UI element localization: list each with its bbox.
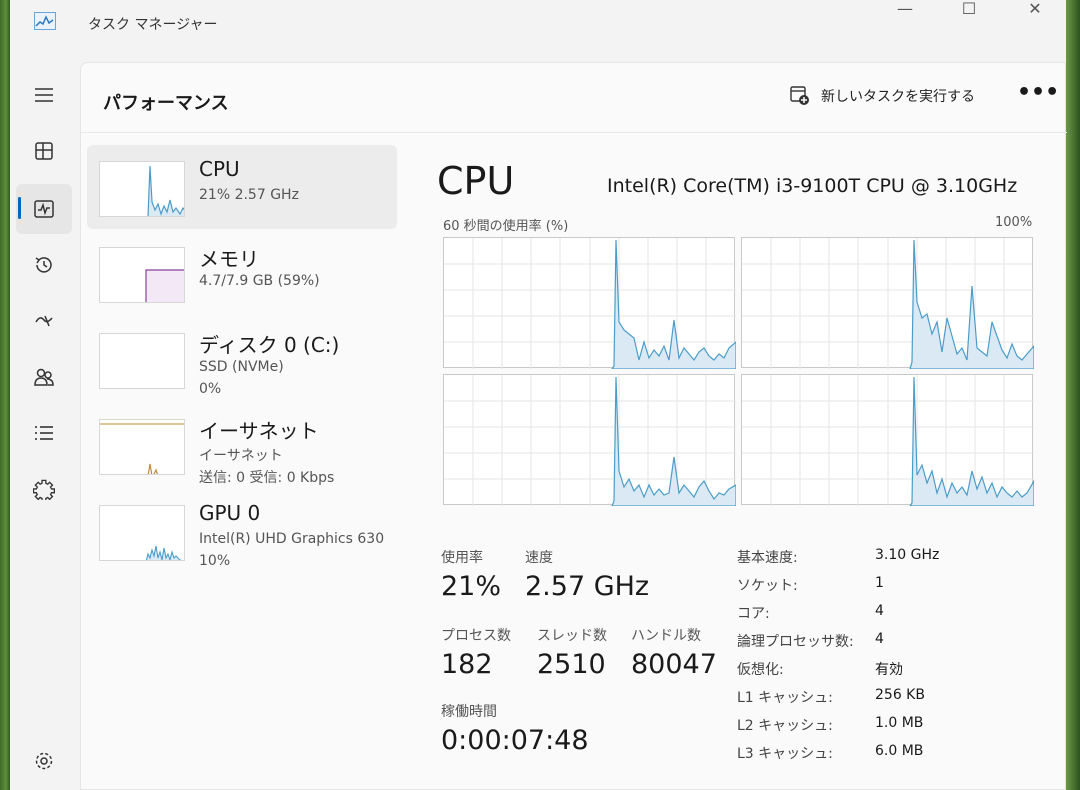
spec-label: ソケット: bbox=[737, 578, 798, 594]
spec-value: 4 bbox=[875, 631, 884, 647]
gpu-thumbnail-graph bbox=[99, 505, 185, 561]
task-manager-app-icon bbox=[34, 12, 56, 30]
resource-name: イーサネット bbox=[199, 419, 319, 443]
handles-label: ハンドル数 bbox=[631, 628, 701, 644]
cpu-model-name: Intel(R) Core(TM) i3-9100T CPU @ 3.10GHz bbox=[607, 175, 1018, 197]
memory-thumbnail-graph bbox=[99, 247, 185, 303]
detail-title: CPU bbox=[437, 159, 515, 203]
panel-header: パフォーマンス 新しいタスクを実行する ••• bbox=[81, 63, 1067, 133]
services-icon bbox=[33, 479, 55, 500]
disk-thumbnail-graph bbox=[99, 333, 185, 389]
close-button[interactable]: ✕ bbox=[1012, 0, 1058, 22]
resource-name: ディスク 0 (C:) bbox=[199, 333, 340, 357]
title-bar: タスク マネージャー — ☐ ✕ bbox=[10, 0, 1066, 48]
spec-label: 基本速度: bbox=[737, 550, 798, 566]
spec-label: 仮想化: bbox=[737, 662, 784, 678]
core-graph-2 bbox=[741, 237, 1035, 370]
resource-detail: イーサネット bbox=[199, 448, 283, 464]
resource-detail: Intel(R) UHD Graphics 630 bbox=[199, 531, 385, 547]
spec-value: 3.10 GHz bbox=[875, 547, 940, 563]
startup-icon bbox=[35, 315, 53, 327]
resource-name: GPU 0 bbox=[199, 501, 261, 525]
spec-value: 1.0 MB bbox=[875, 715, 924, 731]
utilization-value: 21% bbox=[441, 571, 502, 602]
spec-label: コア: bbox=[737, 606, 770, 622]
nav-services[interactable] bbox=[16, 464, 72, 514]
resource-disk[interactable]: ディスク 0 (C:) SSD (NVMe) 0% bbox=[87, 317, 397, 401]
uptime-value: 0:00:07:48 bbox=[441, 725, 589, 756]
nav-details[interactable] bbox=[16, 408, 72, 458]
speed-label: 速度 bbox=[525, 550, 553, 566]
resource-detail-2: 10% bbox=[199, 553, 231, 569]
resource-detail: 21% 2.57 GHz bbox=[199, 187, 299, 203]
spec-label: L1 キャッシュ: bbox=[737, 690, 833, 706]
resource-detail: SSD (NVMe) bbox=[199, 359, 284, 375]
spec-label: L2 キャッシュ: bbox=[737, 718, 833, 734]
graph-max-label: 100% bbox=[995, 215, 1033, 230]
resource-cpu[interactable]: CPU 21% 2.57 GHz bbox=[87, 145, 397, 229]
run-task-icon bbox=[790, 86, 809, 105]
nav-processes[interactable] bbox=[16, 126, 72, 176]
app-history-icon bbox=[35, 257, 52, 273]
ethernet-thumbnail-graph bbox=[99, 419, 185, 475]
nav-startup-apps[interactable] bbox=[16, 296, 72, 346]
minimize-button[interactable]: — bbox=[882, 0, 928, 22]
spec-value: 1 bbox=[875, 575, 884, 591]
resource-gpu[interactable]: GPU 0 Intel(R) UHD Graphics 630 10% bbox=[87, 489, 397, 573]
spec-value: 256 KB bbox=[875, 687, 925, 703]
nav-users[interactable] bbox=[16, 352, 72, 402]
more-options-button[interactable]: ••• bbox=[1017, 82, 1059, 113]
uptime-label: 稼働時間 bbox=[441, 704, 497, 720]
resource-detail-2: 送信: 0 受信: 0 Kbps bbox=[199, 470, 335, 486]
resource-detail-2: 0% bbox=[199, 381, 222, 397]
window-title: タスク マネージャー bbox=[88, 17, 218, 33]
threads-label: スレッド数 bbox=[537, 628, 607, 644]
resource-memory[interactable]: メモリ 4.7/7.9 GB (59%) bbox=[87, 231, 397, 315]
settings-icon bbox=[35, 752, 53, 770]
spec-label: 論理プロセッサ数: bbox=[737, 634, 854, 650]
spec-value: 有効 bbox=[875, 662, 903, 678]
processes-value: 182 bbox=[441, 649, 493, 680]
nav-performance[interactable] bbox=[16, 184, 72, 234]
performance-panel: パフォーマンス 新しいタスクを実行する ••• CPU 21% 2.57 GHz… bbox=[80, 62, 1067, 790]
spec-label: L3 キャッシュ: bbox=[737, 746, 833, 762]
resource-detail: 4.7/7.9 GB (59%) bbox=[199, 273, 320, 289]
maximize-button[interactable]: ☐ bbox=[946, 0, 992, 22]
spec-value: 6.0 MB bbox=[875, 743, 924, 759]
run-new-task-button[interactable]: 新しいタスクを実行する bbox=[789, 85, 975, 107]
resource-ethernet[interactable]: イーサネット イーサネット 送信: 0 受信: 0 Kbps bbox=[87, 403, 397, 487]
core-graph-4 bbox=[741, 374, 1035, 507]
details-icon bbox=[35, 426, 53, 440]
handles-value: 80047 bbox=[631, 649, 717, 680]
cpu-thumbnail-graph bbox=[99, 161, 185, 217]
hamburger-menu-button[interactable] bbox=[16, 70, 72, 120]
threads-value: 2510 bbox=[537, 649, 606, 680]
nav-settings[interactable] bbox=[16, 736, 72, 786]
run-new-task-label: 新しいタスクを実行する bbox=[821, 89, 975, 105]
spec-value: 4 bbox=[875, 603, 884, 619]
resource-name: メモリ bbox=[199, 247, 259, 271]
active-nav-indicator bbox=[18, 197, 21, 219]
resource-name: CPU bbox=[199, 157, 240, 181]
users-icon bbox=[34, 368, 54, 386]
page-title: パフォーマンス bbox=[103, 93, 229, 114]
performance-icon bbox=[34, 200, 54, 218]
core-graph-3 bbox=[443, 374, 737, 507]
speed-value: 2.57 GHz bbox=[525, 571, 650, 602]
nav-app-history[interactable] bbox=[16, 240, 72, 290]
graph-caption: 60 秒間の使用率 (%) bbox=[443, 219, 569, 234]
utilization-label: 使用率 bbox=[441, 550, 483, 566]
core-graph-1 bbox=[443, 237, 737, 370]
processes-icon bbox=[35, 142, 53, 160]
hamburger-icon bbox=[35, 88, 53, 102]
processes-label: プロセス数 bbox=[441, 628, 511, 644]
task-manager-window: タスク マネージャー — ☐ ✕ パフォーマンス 新しいタスクを実行する •••… bbox=[10, 0, 1067, 790]
